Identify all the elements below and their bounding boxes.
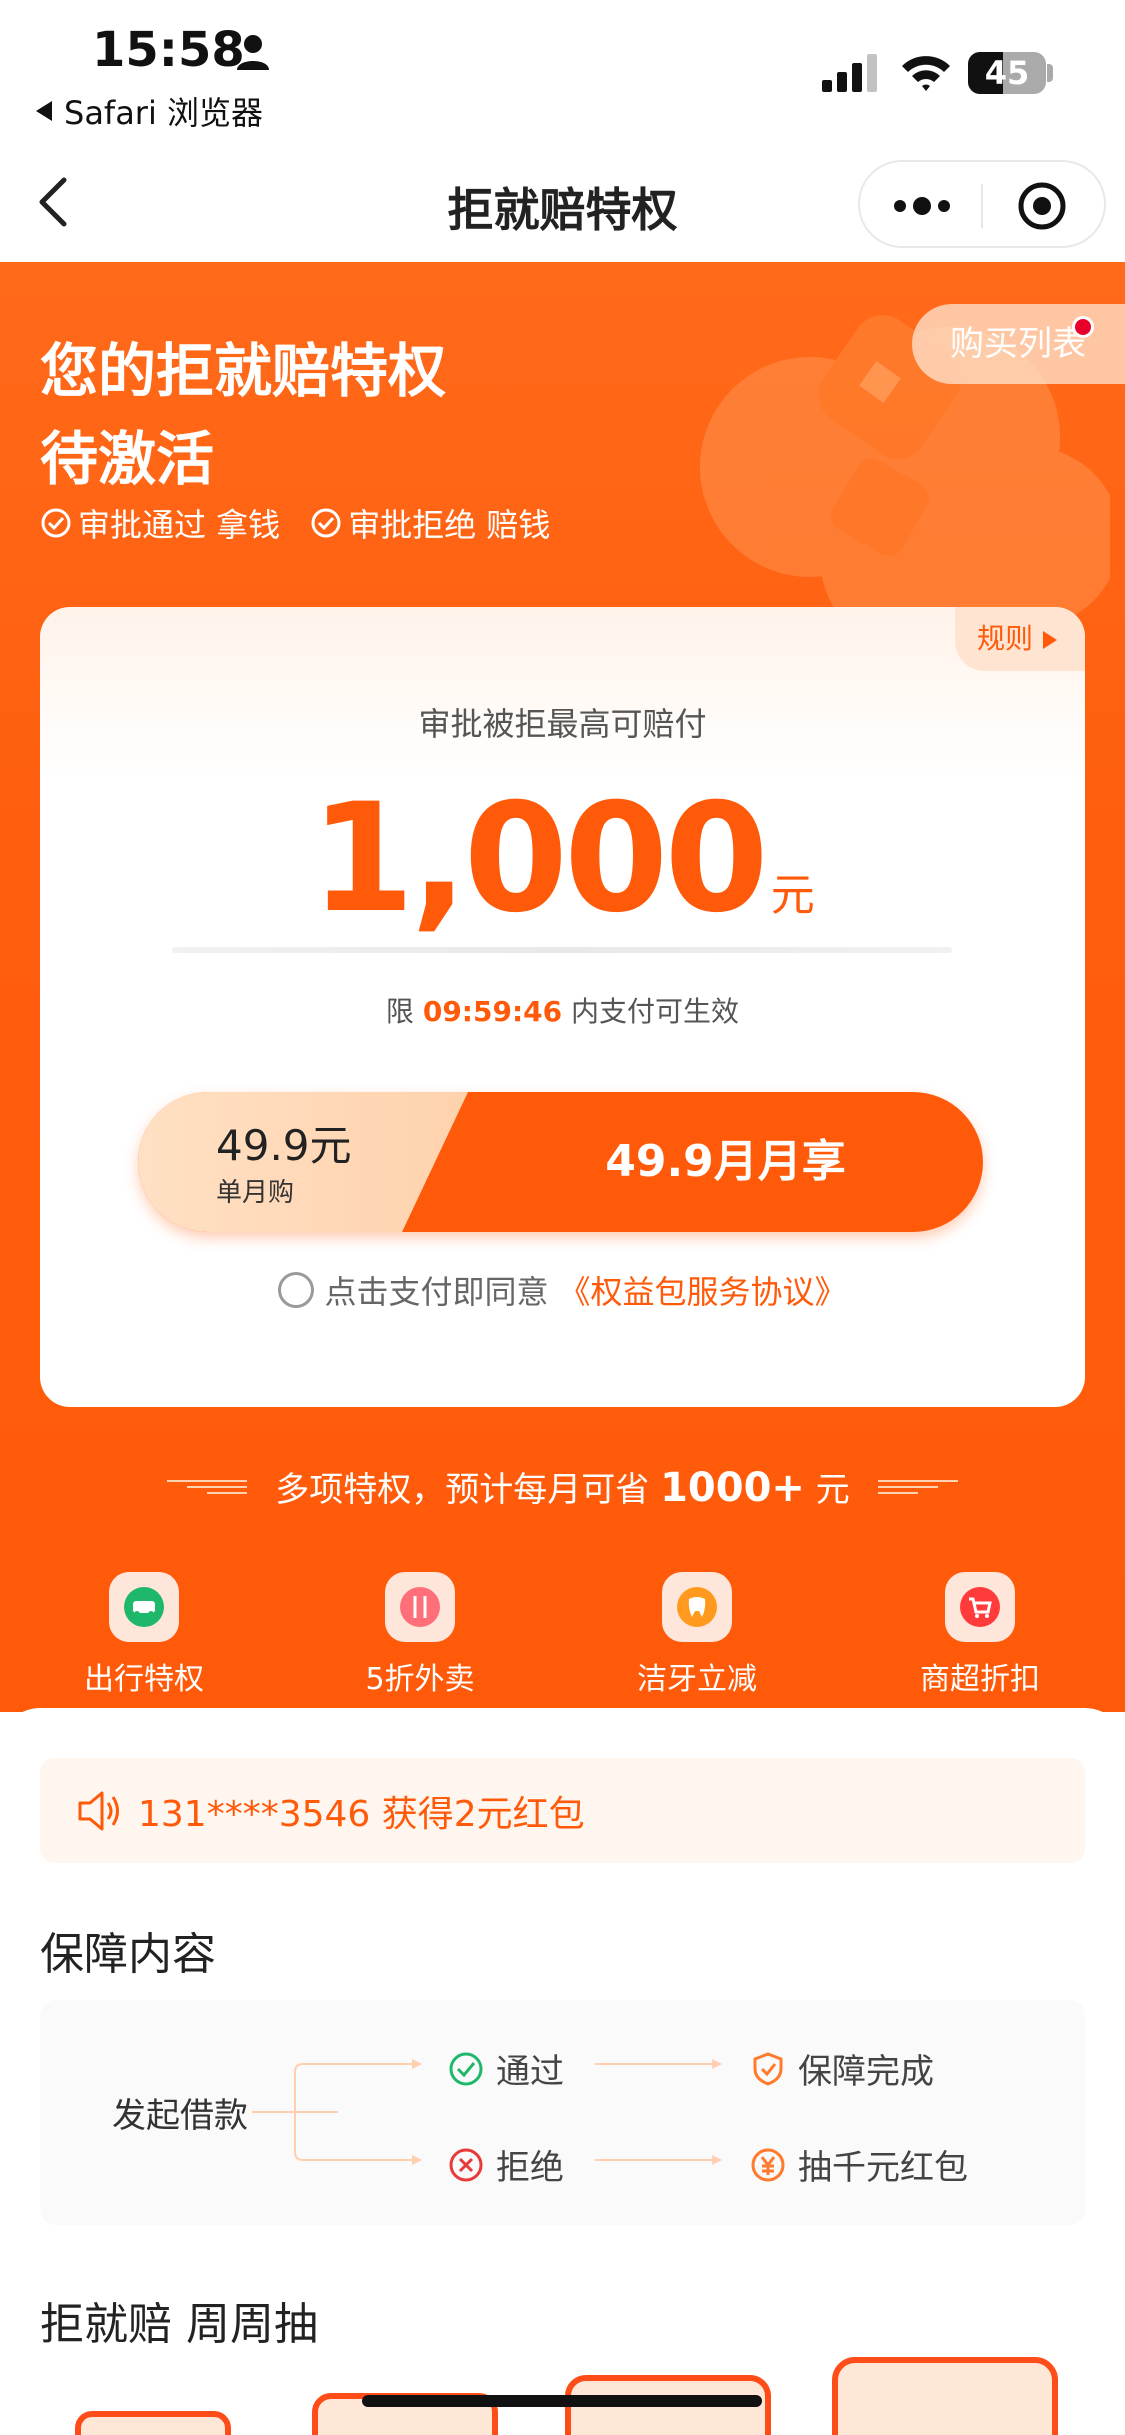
- status-bar: 15:58 Safari 浏览器 45: [0, 0, 1125, 150]
- amount-unit: 元: [770, 870, 815, 921]
- notice-text: 131****3546 获得2元红包: [138, 1793, 585, 1835]
- benefit-reject: 审批拒绝 赔钱: [310, 500, 550, 546]
- privileges-unit: 元: [815, 1470, 850, 1510]
- privilege-takeout[interactable]: 5折外卖: [320, 1572, 520, 1698]
- benefit-reject-label: 审批拒绝 赔钱: [348, 506, 551, 544]
- limit-prefix: 限: [385, 995, 414, 1028]
- more-dots-icon[interactable]: [890, 188, 954, 224]
- fork-knife-icon: [385, 1572, 455, 1642]
- benefit-pass: 审批通过 拿钱: [40, 500, 280, 546]
- flow-start-label: 发起借款: [112, 2096, 248, 2136]
- privileges-amount: 1000+: [660, 1465, 805, 1511]
- single-month-price: 49.9元: [216, 1121, 352, 1170]
- single-month-option[interactable]: 49.9元 单月购: [138, 1092, 468, 1232]
- close-circle-icon: [449, 2148, 483, 2181]
- payment-deadline: 限 09:59:46 内支付可生效: [40, 990, 1085, 1030]
- privileges-title-prefix: 多项特权，预计每月可省: [275, 1470, 650, 1510]
- coverage-title: 保障内容: [40, 1929, 216, 1980]
- buy-list-label: 购买列表: [950, 324, 1086, 364]
- battery-level: 45: [984, 54, 1030, 92]
- back-triangle-icon: [36, 101, 52, 121]
- benefit-pass-label: 审批通过 拿钱: [78, 506, 281, 544]
- agree-radio[interactable]: [278, 1272, 315, 1308]
- back-to-app-link[interactable]: Safari 浏览器: [34, 88, 263, 134]
- nav-bar: 拒就赔特权: [0, 150, 1125, 262]
- red-dot-badge: [1072, 316, 1094, 338]
- hero-title-line1: 您的拒就赔特权: [40, 337, 447, 405]
- hero-section: 您的拒就赔特权 待激活 审批通过 拿钱 审批拒绝 赔钱 购买列表 规则 审批被拒…: [0, 262, 1125, 1712]
- battery-tip: [1047, 64, 1053, 82]
- privilege-supermarket[interactable]: 商超折扣: [880, 1572, 1080, 1698]
- home-indicator: [362, 2395, 762, 2407]
- status-time: 15:58: [92, 22, 245, 78]
- signal-icon: [822, 54, 877, 92]
- close-target-icon[interactable]: [1016, 180, 1068, 232]
- flow-pass-result: 保障完成: [750, 2044, 934, 2093]
- rule-label: 规则: [977, 622, 1034, 655]
- privilege-travel[interactable]: 出行特权: [44, 1572, 244, 1698]
- details-sheet: 131****3546 获得2元红包 保障内容 发起借款 通过 保障完成 拒绝: [0, 1708, 1125, 2435]
- countdown-timer: 09:59:46: [422, 995, 563, 1028]
- monthly-subscribe-label: 49.9月月享: [605, 1136, 846, 1187]
- wifi-icon: [902, 56, 950, 91]
- service-agreement-link[interactable]: 《权益包服务协议》: [559, 1267, 847, 1313]
- rule-button[interactable]: 规则: [955, 607, 1085, 671]
- left-decor-lines-icon: [167, 1479, 248, 1494]
- compensation-amount: 1,000 元: [40, 772, 1085, 946]
- agree-text: 点击支付即同意: [324, 1273, 549, 1311]
- pay-button[interactable]: 49.9元 单月购 49.9月月享: [138, 1092, 983, 1232]
- battery-indicator: 45: [968, 52, 1046, 94]
- max-compensation-label: 审批被拒最高可赔付: [418, 705, 707, 743]
- play-triangle-icon: [1043, 631, 1058, 649]
- divider-line: [172, 947, 952, 953]
- flow-pass-label: 通过: [496, 2052, 564, 2092]
- privilege-dental[interactable]: 洁牙立减: [597, 1572, 797, 1698]
- privilege-travel-label: 出行特权: [84, 1662, 204, 1697]
- yuan-coin-icon: [751, 2148, 785, 2181]
- buy-list-button[interactable]: 购买列表: [912, 304, 1125, 384]
- speaker-icon: [78, 1791, 119, 1830]
- flow-reject-label: 拒绝: [496, 2148, 564, 2188]
- hero-title-line2: 待激活: [40, 425, 215, 493]
- single-month-desc: 单月购: [216, 1178, 295, 1208]
- flow-pass: 通过: [448, 2044, 564, 2093]
- back-app-label: Safari 浏览器: [64, 94, 264, 132]
- check-circle-icon: [311, 508, 341, 538]
- capsule-divider: [981, 184, 983, 228]
- flow-reject-result: 抽千元红包: [750, 2140, 968, 2189]
- privileges-grid: 出行特权 5折外卖 洁牙立减 商超折扣: [0, 1572, 1125, 1702]
- car-icon: [109, 1572, 179, 1642]
- check-circle-icon: [41, 508, 71, 538]
- agreement-row: 点击支付即同意 《权益包服务协议》: [40, 1267, 1085, 1313]
- tooth-icon: [662, 1572, 732, 1642]
- amount-value: 1,000: [310, 772, 768, 946]
- check-circle-icon: [449, 2052, 483, 2085]
- privilege-supermarket-label: 商超折扣: [920, 1662, 1040, 1697]
- shield-check-icon: [753, 2051, 783, 2086]
- flow-pass-result-label: 保障完成: [798, 2052, 934, 2092]
- flow-reject: 拒绝: [448, 2140, 564, 2189]
- privilege-dental-label: 洁牙立减: [637, 1662, 757, 1697]
- cart-icon: [945, 1572, 1015, 1642]
- limit-suffix: 内支付可生效: [571, 995, 740, 1028]
- weekly-draw-title: 拒就赔 周周抽: [40, 2299, 318, 2350]
- right-decor-lines-icon: [877, 1479, 958, 1494]
- compensation-card: 规则 审批被拒最高可赔付 1,000 元 限 09:59:46 内支付可生效 49…: [40, 607, 1085, 1407]
- weekly-prize-cards: [75, 2357, 1058, 2435]
- flow-reject-result-label: 抽千元红包: [798, 2148, 968, 2188]
- winner-notice: 131****3546 获得2元红包: [40, 1758, 1085, 1863]
- mini-program-capsule: [858, 160, 1106, 248]
- privilege-takeout-label: 5折外卖: [365, 1662, 475, 1697]
- person-icon: [237, 35, 269, 70]
- hero-title: 您的拒就赔特权 待激活: [40, 327, 446, 503]
- coverage-flow: 发起借款 通过 保障完成 拒绝 抽千元红包: [40, 2000, 1085, 2225]
- privileges-heading: 多项特权，预计每月可省 1000+ 元: [0, 1462, 1125, 1511]
- hero-benefits: 审批通过 拿钱 审批拒绝 赔钱: [40, 500, 550, 546]
